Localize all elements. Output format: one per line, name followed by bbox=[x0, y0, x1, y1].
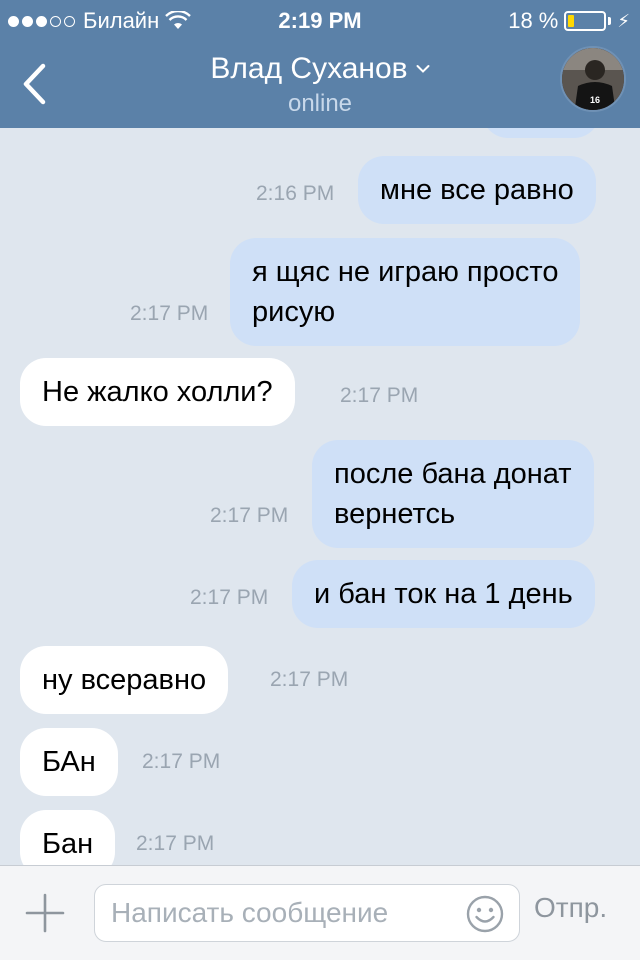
battery-percent: 18 % bbox=[508, 8, 559, 33]
message-text: после бана донат bbox=[334, 458, 572, 490]
attach-button[interactable] bbox=[22, 890, 68, 936]
message-bubble[interactable]: БАн bbox=[20, 728, 118, 796]
contact-status: online bbox=[287, 90, 353, 117]
bolt-icon: ⚡ bbox=[617, 10, 630, 31]
message-time: 2:17 PM bbox=[340, 384, 419, 407]
battery-cap bbox=[608, 17, 612, 25]
battery-icon bbox=[564, 11, 607, 31]
message-text: Бан bbox=[42, 828, 94, 860]
send-button[interactable]: Отпр. bbox=[534, 892, 607, 924]
message-text: БАн bbox=[42, 746, 96, 778]
message-text: рисую bbox=[252, 296, 336, 328]
message-text: ну всеравно bbox=[42, 664, 207, 696]
conversation-title[interactable]: Влад Суханов online bbox=[0, 52, 640, 118]
message-bubble[interactable]: ну всеравно bbox=[20, 646, 229, 714]
message-bubble-partial bbox=[482, 128, 600, 138]
message-input-box[interactable] bbox=[94, 884, 520, 942]
status-bar: Билайн 2:19 PM 18 % ⚡ bbox=[0, 0, 640, 40]
message-bubble[interactable]: мне все равно bbox=[358, 156, 596, 224]
message-text: Не жалко холли? bbox=[42, 376, 273, 408]
status-right: 18 % ⚡ bbox=[508, 8, 630, 34]
svg-text:16: 16 bbox=[590, 95, 600, 105]
top-bar: Билайн 2:19 PM 18 % ⚡ Влад Суханов onlin bbox=[0, 0, 640, 128]
message-text: вернетсь bbox=[334, 498, 456, 530]
chevron-down-icon bbox=[416, 65, 430, 73]
message-time: 2:17 PM bbox=[136, 832, 215, 855]
message-bubble[interactable]: и бан ток на 1 день bbox=[292, 560, 595, 628]
message-bubble[interactable]: после бана донат вернетсь bbox=[312, 440, 594, 548]
message-time: 2:16 PM bbox=[256, 182, 335, 205]
plus-icon bbox=[25, 893, 65, 933]
message-bubble[interactable]: Бан bbox=[20, 810, 116, 865]
message-time: 2:17 PM bbox=[130, 302, 209, 325]
message-time: 2:17 PM bbox=[210, 504, 289, 527]
message-bubble[interactable]: я щяс не играю просто рисую bbox=[230, 238, 581, 346]
avatar[interactable]: 16 bbox=[560, 46, 626, 112]
message-composer: Отпр. bbox=[0, 865, 640, 960]
message-time: 2:17 PM bbox=[190, 586, 269, 609]
message-time: 2:17 PM bbox=[270, 668, 349, 691]
smile-icon bbox=[466, 895, 504, 933]
message-list[interactable]: 2:16 PM мне все равно 2:17 PM я щяс не и… bbox=[0, 128, 640, 865]
message-text: я щяс не играю просто bbox=[252, 256, 559, 288]
message-text: и бан ток на 1 день bbox=[314, 578, 573, 610]
message-time: 2:17 PM bbox=[142, 750, 221, 773]
message-text: мне все равно bbox=[380, 174, 574, 206]
message-bubble[interactable]: Не жалко холли? bbox=[20, 358, 295, 426]
contact-name: Влад Суханов bbox=[210, 52, 408, 85]
message-input[interactable] bbox=[111, 885, 461, 941]
emoji-button[interactable] bbox=[465, 894, 505, 934]
